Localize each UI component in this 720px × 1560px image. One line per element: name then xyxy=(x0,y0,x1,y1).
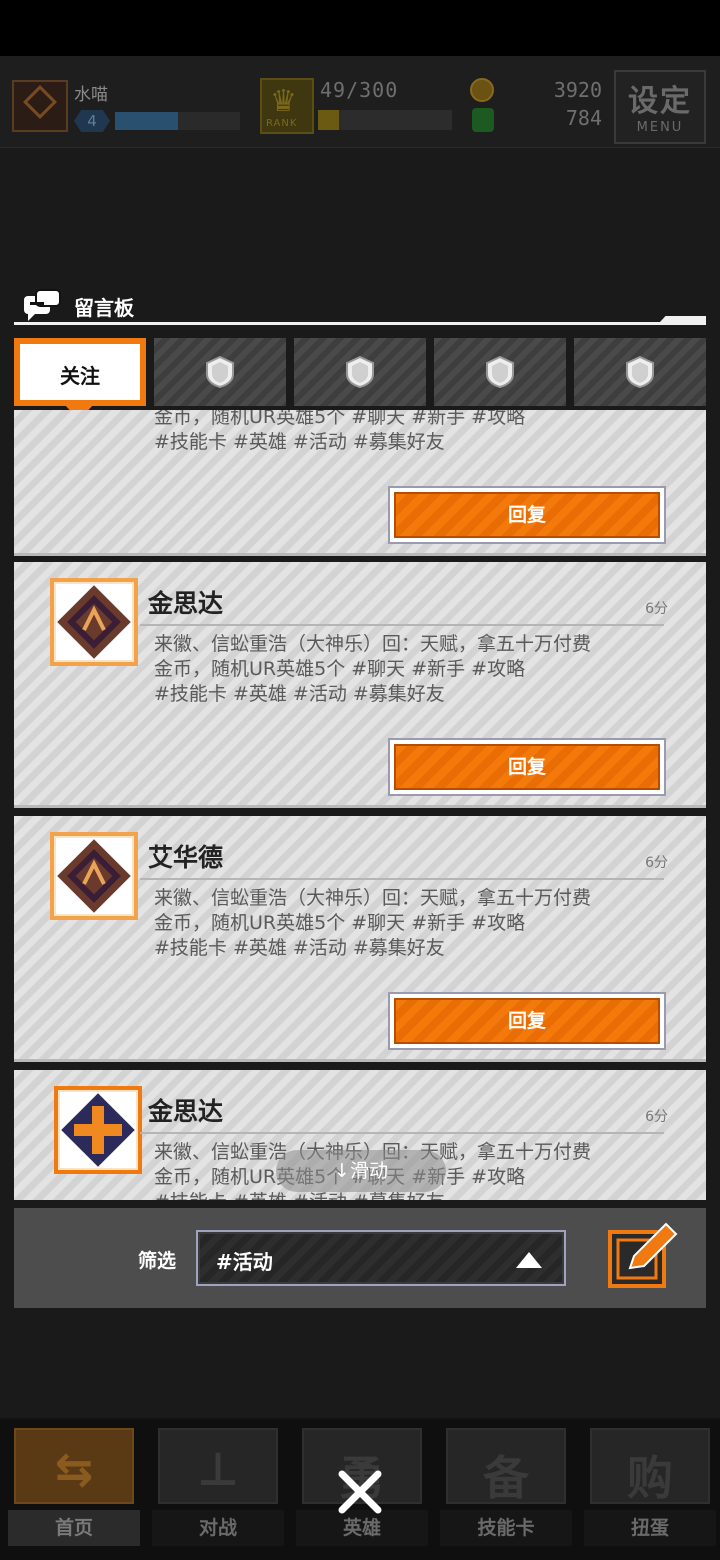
author-name: 艾华德 xyxy=(148,843,224,872)
message-text: 来徽、信蚣重浩（大神乐）回：天赋，拿五十万付费 金币，随机UR英雄5个 #聊天 … xyxy=(154,887,592,959)
author-name: 金思达 xyxy=(148,1097,224,1126)
message-card: 金思达 6分 来徽、信蚣重浩（大神乐）回：天赋，拿五十万付费 金币，随机UR英雄… xyxy=(14,562,706,808)
avatar-emblem-icon xyxy=(23,85,57,119)
board-tabs: 关注 xyxy=(14,338,706,420)
rank-crown-icon: ♛ xyxy=(270,84,297,119)
cross-emblem-icon xyxy=(61,1093,135,1167)
tab-guild-4[interactable] xyxy=(574,338,706,406)
card-divider xyxy=(140,624,664,626)
rank-label: RANK xyxy=(266,118,298,129)
exp-bar xyxy=(115,112,240,130)
exp-bar-fill xyxy=(115,112,178,130)
menu-button-label: 设定 xyxy=(628,84,692,119)
rank-progress-fill xyxy=(318,110,340,130)
nav-home-label: 首页 xyxy=(8,1510,140,1546)
gem-icon xyxy=(472,108,494,132)
nav-battle-label: 对战 xyxy=(152,1510,284,1546)
nav-skill-cards[interactable]: 备 技能卡 xyxy=(436,1424,576,1552)
gacha-icon: 购 xyxy=(590,1428,710,1505)
tab-follow[interactable]: 关注 xyxy=(14,338,146,406)
filter-selected-value: #活动 xyxy=(216,1250,273,1274)
gold-coin-icon xyxy=(470,78,494,102)
reply-button-label: 回复 xyxy=(394,998,660,1044)
reply-button[interactable]: 回复 xyxy=(388,992,666,1050)
gold-count: 3920 xyxy=(553,78,602,102)
player-level-badge: 4 xyxy=(74,110,110,132)
tab-follow-label: 关注 xyxy=(60,364,100,388)
card-divider xyxy=(140,1132,664,1134)
message-board-header: 留言板 xyxy=(14,280,706,326)
home-icon: ⇆ xyxy=(14,1428,134,1504)
status-bar xyxy=(0,0,720,56)
author-avatar[interactable] xyxy=(50,832,138,920)
post-time: 6分 xyxy=(645,601,668,617)
close-icon[interactable] xyxy=(334,1466,386,1518)
card-deck-icon: 备 xyxy=(446,1428,566,1505)
scroll-hint: ↓滑动 xyxy=(276,1150,446,1192)
post-time: 6分 xyxy=(645,855,668,871)
nav-home[interactable]: ⇆ 首页 xyxy=(4,1424,144,1552)
player-avatar[interactable] xyxy=(12,80,68,132)
reply-button-label: 回复 xyxy=(394,492,660,538)
tab-guild-3[interactable] xyxy=(434,338,566,406)
message-card: 艾华德 6分 来徽、信蚣重浩（大神乐）回：天赋，拿五十万付费 金币，随机UR英雄… xyxy=(14,816,706,1062)
menu-button-sublabel: MENU xyxy=(636,120,684,135)
gamepad-icon: ⊥ xyxy=(158,1428,278,1504)
compose-button[interactable] xyxy=(608,1220,678,1288)
shield-icon xyxy=(206,356,234,388)
nav-gacha-label: 扭蛋 xyxy=(584,1510,716,1546)
rank-badge: ♛ RANK xyxy=(260,78,314,134)
author-name: 金思达 xyxy=(148,589,224,618)
rune-emblem-icon xyxy=(57,585,131,659)
post-time: 6分 xyxy=(645,1109,668,1125)
message-list[interactable]: 来徽、信蚣重浩（大神乐）回：天赋，拿五十万付费 金币，随机UR英雄5个 #聊天 … xyxy=(14,410,706,1200)
gacha-glyph: 购 xyxy=(627,1451,673,1505)
tab-guild-2[interactable] xyxy=(294,338,426,406)
filter-bar: 筛选 #活动 xyxy=(14,1208,706,1308)
author-avatar[interactable] xyxy=(50,578,138,666)
rank-counter: 49/300 xyxy=(320,78,399,102)
filter-label: 筛选 xyxy=(138,1250,177,1272)
reply-button-label: 回复 xyxy=(394,744,660,790)
menu-button[interactable]: 设定 MENU xyxy=(614,70,706,144)
message-text: 来徽、信蚣重浩（大神乐）回：天赋，拿五十万付费 金币，随机UR英雄5个 #聊天 … xyxy=(154,410,526,453)
shield-icon xyxy=(346,356,374,388)
reply-button[interactable]: 回复 xyxy=(388,738,666,796)
home-glyph: ⇆ xyxy=(54,1442,94,1496)
battle-glyph: ⊥ xyxy=(196,1442,240,1496)
message-text: 来徽、信蚣重浩（大神乐）回：天赋，拿五十万付费 金币，随机UR英雄5个 #聊天 … xyxy=(154,633,592,705)
chat-bubbles-icon xyxy=(24,289,61,321)
tab-guild-1[interactable] xyxy=(154,338,286,406)
filter-dropdown[interactable]: #活动 xyxy=(196,1230,566,1286)
nav-battle[interactable]: ⊥ 对战 xyxy=(148,1424,288,1552)
reply-button[interactable]: 回复 xyxy=(388,486,666,544)
card-divider xyxy=(140,878,664,880)
rune-emblem-icon xyxy=(57,839,131,913)
caret-up-icon xyxy=(516,1252,542,1268)
gem-count: 784 xyxy=(565,106,602,130)
shield-icon xyxy=(626,356,654,388)
nav-gacha[interactable]: 购 扭蛋 xyxy=(580,1424,720,1552)
message-card: 来徽、信蚣重浩（大神乐）回：天赋，拿五十万付费 金币，随机UR英雄5个 #聊天 … xyxy=(14,410,706,556)
message-board-title: 留言板 xyxy=(74,296,134,320)
top-hud xyxy=(0,56,720,148)
player-name: 水喵 xyxy=(74,85,108,105)
header-divider xyxy=(14,322,706,325)
rank-progress-bar xyxy=(318,110,452,130)
nav-skill-cards-label: 技能卡 xyxy=(440,1510,572,1546)
shield-icon xyxy=(486,356,514,388)
header-divider-accent xyxy=(660,316,706,322)
author-avatar[interactable] xyxy=(54,1086,142,1174)
skill-cards-glyph: 备 xyxy=(483,1451,529,1505)
